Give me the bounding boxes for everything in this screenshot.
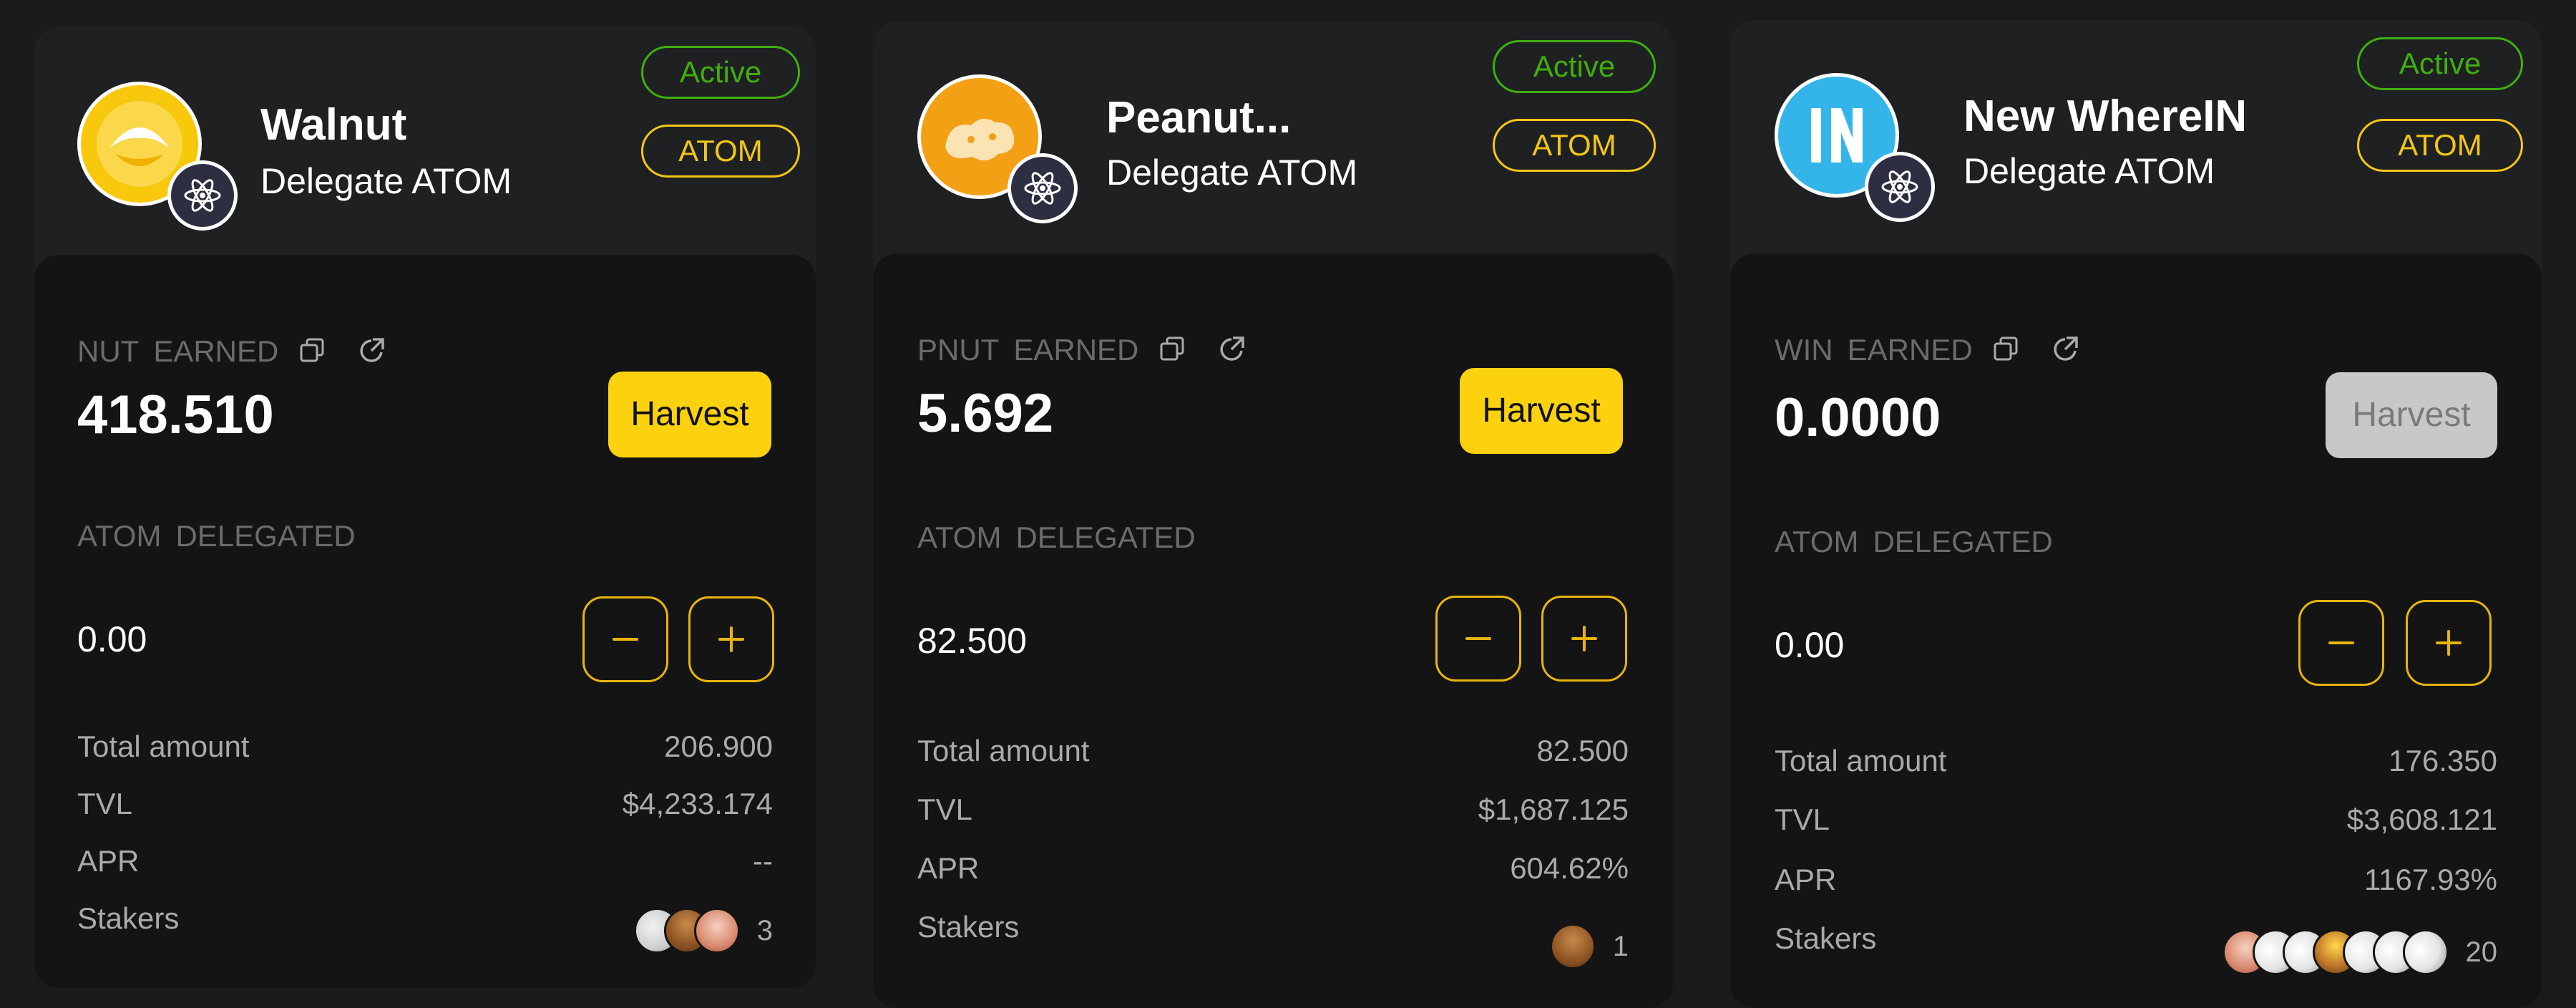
delegated-text: DELEGATED bbox=[1015, 520, 1196, 554]
earned-label: NUT EARNED bbox=[77, 335, 401, 372]
delegated-value: 82.500 bbox=[917, 621, 1027, 661]
apr-value: -- bbox=[753, 844, 773, 878]
apr-label: APR bbox=[77, 844, 140, 878]
stakers-avatars: 1 bbox=[1549, 924, 1629, 969]
token-badge: ATOM bbox=[2357, 119, 2523, 172]
status-badge: Active bbox=[1493, 40, 1656, 93]
plus-icon bbox=[1571, 626, 1597, 651]
external-link-icon[interactable] bbox=[356, 335, 387, 372]
unstake-minus-button[interactable] bbox=[582, 596, 668, 682]
delegated-token: ATOM bbox=[77, 519, 162, 553]
delegated-text: DELEGATED bbox=[1873, 525, 2053, 558]
earned-token: WIN bbox=[1775, 332, 1833, 367]
earned-token: PNUT bbox=[917, 332, 1000, 367]
token-badge: ATOM bbox=[641, 125, 800, 178]
stakers-avatars: 20 bbox=[2222, 929, 2498, 975]
harvest-button[interactable]: Harvest bbox=[1460, 368, 1623, 454]
minus-icon bbox=[1465, 637, 1491, 640]
minus-icon bbox=[2328, 641, 2354, 644]
stakers-count: 3 bbox=[756, 915, 773, 946]
tvl-label: TVL bbox=[917, 793, 973, 826]
stakers-label: Stakers bbox=[77, 901, 180, 935]
pool-logo bbox=[917, 74, 1089, 225]
status-badge: Active bbox=[641, 46, 800, 99]
delegated-value: 0.00 bbox=[1775, 625, 1845, 665]
delegated-token: ATOM bbox=[917, 520, 1002, 554]
cosmos-atom-icon bbox=[167, 160, 238, 231]
copy-icon[interactable] bbox=[1157, 334, 1189, 370]
tvl-label: TVL bbox=[77, 787, 133, 820]
harvest-button[interactable]: Harvest bbox=[608, 372, 771, 457]
pool-subtitle: Delegate ATOM bbox=[1963, 151, 2215, 191]
minus-icon bbox=[613, 638, 638, 641]
apr-value: 1167.93% bbox=[2363, 863, 2497, 896]
stakers-count: 1 bbox=[1612, 931, 1629, 962]
avatar bbox=[1549, 924, 1596, 969]
pool-card-peanut: Peanut... Delegate ATOM Active ATOM PNUT… bbox=[873, 21, 1673, 1008]
earned-value: 5.692 bbox=[917, 383, 1054, 444]
avatar bbox=[2402, 929, 2449, 975]
external-link-icon[interactable] bbox=[1216, 334, 1247, 370]
apr-value: 604.62% bbox=[1510, 851, 1629, 885]
tvl-value: $3,608.121 bbox=[2346, 803, 2497, 836]
pool-card-walnut: Walnut Delegate ATOM Active ATOM NUT EARN… bbox=[34, 27, 816, 988]
earned-label: PNUT EARNED bbox=[917, 334, 1262, 370]
stake-plus-button[interactable] bbox=[2406, 600, 2492, 686]
delegated-label: ATOM DELEGATED bbox=[1775, 527, 2067, 557]
copy-icon[interactable] bbox=[297, 335, 328, 372]
unstake-minus-button[interactable] bbox=[1435, 596, 1521, 682]
stakers-label: Stakers bbox=[1775, 921, 1877, 955]
total-amount-value: 206.900 bbox=[664, 730, 773, 763]
earned-value: 418.510 bbox=[77, 384, 274, 445]
total-amount-label: Total amount bbox=[77, 730, 250, 763]
earned-text: EARNED bbox=[153, 334, 279, 368]
external-link-icon[interactable] bbox=[2049, 334, 2081, 370]
earned-token: NUT bbox=[77, 334, 140, 368]
earned-value: 0.0000 bbox=[1775, 387, 1941, 448]
stakers-count: 20 bbox=[2465, 936, 2498, 968]
delegated-label: ATOM DELEGATED bbox=[77, 521, 370, 551]
plus-icon bbox=[718, 626, 744, 652]
pool-logo bbox=[1775, 73, 1946, 223]
stakers-avatars: 3 bbox=[633, 908, 773, 954]
total-amount-value: 176.350 bbox=[2389, 744, 2497, 777]
harvest-button[interactable]: Harvest bbox=[2326, 372, 2497, 458]
delegated-token: ATOM bbox=[1775, 525, 1859, 558]
stakers-label: Stakers bbox=[917, 910, 1020, 944]
tvl-value: $4,233.174 bbox=[622, 787, 773, 820]
pool-subtitle: Delegate ATOM bbox=[260, 161, 512, 201]
earned-label: WIN EARNED bbox=[1775, 334, 2095, 370]
apr-label: APR bbox=[917, 851, 980, 885]
pool-name: Peanut... bbox=[1106, 93, 1292, 142]
delegated-label: ATOM DELEGATED bbox=[917, 523, 1210, 553]
pool-logo bbox=[77, 82, 249, 232]
pool-card-new-wherein: New WhereIN Delegate ATOM Active ATOM WI… bbox=[1730, 20, 2542, 1008]
avatar bbox=[693, 908, 740, 954]
total-amount-value: 82.500 bbox=[1536, 734, 1629, 767]
tvl-label: TVL bbox=[1775, 803, 1830, 836]
delegated-value: 0.00 bbox=[77, 619, 147, 659]
cosmos-atom-icon bbox=[1865, 152, 1935, 222]
pool-subtitle: Delegate ATOM bbox=[1106, 152, 1358, 193]
pool-name: Walnut bbox=[260, 100, 407, 150]
pool-name: New WhereIN bbox=[1963, 92, 2248, 141]
stake-plus-button[interactable] bbox=[1541, 596, 1627, 682]
token-badge: ATOM bbox=[1493, 119, 1656, 172]
apr-label: APR bbox=[1775, 863, 1837, 896]
delegated-text: DELEGATED bbox=[175, 519, 356, 553]
earned-text: EARNED bbox=[1013, 332, 1139, 367]
earned-text: EARNED bbox=[1847, 332, 1973, 367]
copy-icon[interactable] bbox=[1991, 334, 2022, 370]
tvl-value: $1,687.125 bbox=[1478, 793, 1629, 826]
plus-icon bbox=[2436, 630, 2462, 656]
pool-card-body: NUT EARNED 418.510 Harvest ATOM DELEGATED … bbox=[34, 255, 816, 988]
pool-card-body: WIN EARNED 0.0000 Harvest ATOM DELEGATED 0… bbox=[1730, 253, 2542, 1008]
cosmos-atom-icon bbox=[1008, 153, 1078, 223]
unstake-minus-button[interactable] bbox=[2298, 600, 2384, 686]
stake-plus-button[interactable] bbox=[688, 596, 774, 682]
total-amount-label: Total amount bbox=[917, 734, 1090, 767]
pool-card-body: PNUT EARNED 5.692 Harvest ATOM DELEGATED 8… bbox=[873, 253, 1673, 1008]
total-amount-label: Total amount bbox=[1775, 744, 1947, 777]
status-badge: Active bbox=[2357, 37, 2523, 90]
